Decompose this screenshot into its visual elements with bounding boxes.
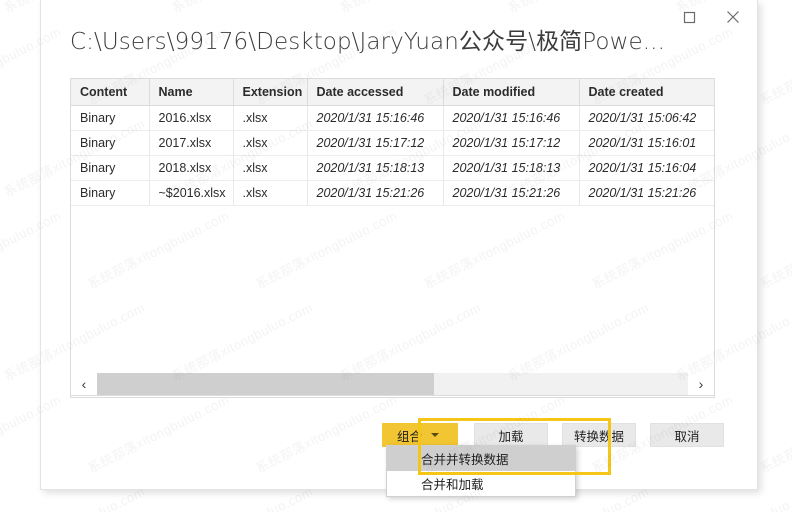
window-controls: [667, 4, 755, 30]
cell-date-accessed: 2020/1/31 15:17:12: [307, 130, 444, 156]
cell-date-created: 2020/1/31 15:16:04: [579, 155, 714, 181]
combine-button-label: 组合: [396, 428, 422, 444]
cell-name: 2016.xlsx: [149, 105, 234, 131]
cell-extension: .xlsx: [233, 155, 308, 181]
cell-date-modified: 2020/1/31 15:18:13: [443, 155, 580, 181]
column-header-content[interactable]: Content: [71, 79, 150, 106]
cell-date-created: 2020/1/31 15:06:42: [579, 105, 714, 131]
chevron-down-icon: [431, 433, 439, 437]
column-header-extension[interactable]: Extension: [233, 79, 308, 106]
cell-extension: .xlsx: [233, 105, 308, 131]
screenshot-root: C:\Users\99176\Desktop\JaryYuan公众号\极简Pow…: [0, 0, 792, 512]
scrollbar-track[interactable]: [97, 372, 688, 395]
table-row[interactable]: Binary 2018.xlsx .xlsx 2020/1/31 15:18:1…: [71, 155, 714, 181]
cell-extension: .xlsx: [233, 130, 308, 156]
cancel-button[interactable]: 取消: [650, 423, 724, 447]
cell-content: Binary: [71, 155, 150, 181]
file-table: Content Name Extension Date accessed Dat…: [71, 79, 714, 206]
close-icon[interactable]: [711, 4, 755, 30]
load-button[interactable]: 加载: [474, 423, 548, 447]
scroll-left-icon[interactable]: ‹: [71, 373, 97, 395]
horizontal-scrollbar[interactable]: ‹ ›: [70, 372, 715, 396]
cell-date-accessed: 2020/1/31 15:18:13: [307, 155, 444, 181]
table-header-row: Content Name Extension Date accessed Dat…: [71, 79, 714, 106]
menu-item-merge-and-transform[interactable]: 合并并转换数据: [387, 446, 575, 471]
cell-date-created: 2020/1/31 15:16:01: [579, 130, 714, 156]
combine-dropdown-menu: 合并并转换数据 合并和加载: [386, 445, 576, 497]
file-table-body: Binary 2016.xlsx .xlsx 2020/1/31 15:16:4…: [71, 105, 714, 206]
table-row[interactable]: Binary 2017.xlsx .xlsx 2020/1/31 15:17:1…: [71, 130, 714, 156]
cell-name: 2018.xlsx: [149, 155, 234, 181]
maximize-icon[interactable]: [667, 4, 711, 30]
column-header-date-modified[interactable]: Date modified: [443, 79, 580, 106]
cell-content: Binary: [71, 180, 150, 206]
cell-date-modified: 2020/1/31 15:21:26: [443, 180, 580, 206]
cell-date-modified: 2020/1/31 15:16:46: [443, 105, 580, 131]
file-table-head: Content Name Extension Date accessed Dat…: [71, 79, 714, 106]
navigator-dialog: C:\Users\99176\Desktop\JaryYuan公众号\极简Pow…: [40, 0, 758, 497]
table-row[interactable]: Binary ~$2016.xlsx .xlsx 2020/1/31 15:21…: [71, 180, 714, 206]
table-row[interactable]: Binary 2016.xlsx .xlsx 2020/1/31 15:16:4…: [71, 105, 714, 131]
cell-date-accessed: 2020/1/31 15:16:46: [307, 105, 444, 131]
cell-date-modified: 2020/1/31 15:17:12: [443, 130, 580, 156]
dialog-title: C:\Users\99176\Desktop\JaryYuan公众号\极简Pow…: [70, 29, 665, 55]
menu-item-merge-and-load[interactable]: 合并和加载: [387, 471, 575, 496]
watermark-text: 系统部落xitongbuluo.com: [757, 207, 792, 293]
scroll-right-icon[interactable]: ›: [688, 373, 714, 395]
scrollbar-thumb[interactable]: [97, 372, 434, 395]
watermark-text: 系统部落xitongbuluo.com: [757, 23, 792, 109]
cell-content: Binary: [71, 105, 150, 131]
column-header-date-created[interactable]: Date created: [579, 79, 714, 106]
cell-date-accessed: 2020/1/31 15:21:26: [307, 180, 444, 206]
cell-date-created: 2020/1/31 15:21:26: [579, 180, 714, 206]
file-table-container[interactable]: Content Name Extension Date accessed Dat…: [70, 78, 715, 398]
column-header-name[interactable]: Name: [149, 79, 234, 106]
transform-data-button[interactable]: 转换数据: [562, 423, 636, 447]
dialog-titlebar: C:\Users\99176\Desktop\JaryYuan公众号\极简Pow…: [41, 0, 757, 72]
combine-button[interactable]: 组合: [382, 423, 458, 447]
cell-name: 2017.xlsx: [149, 130, 234, 156]
cell-name: ~$2016.xlsx: [149, 180, 234, 206]
cell-content: Binary: [71, 130, 150, 156]
column-header-date-accessed[interactable]: Date accessed: [307, 79, 444, 106]
watermark-text: 系统部落xitongbuluo.com: [757, 391, 792, 477]
cell-extension: .xlsx: [233, 180, 308, 206]
